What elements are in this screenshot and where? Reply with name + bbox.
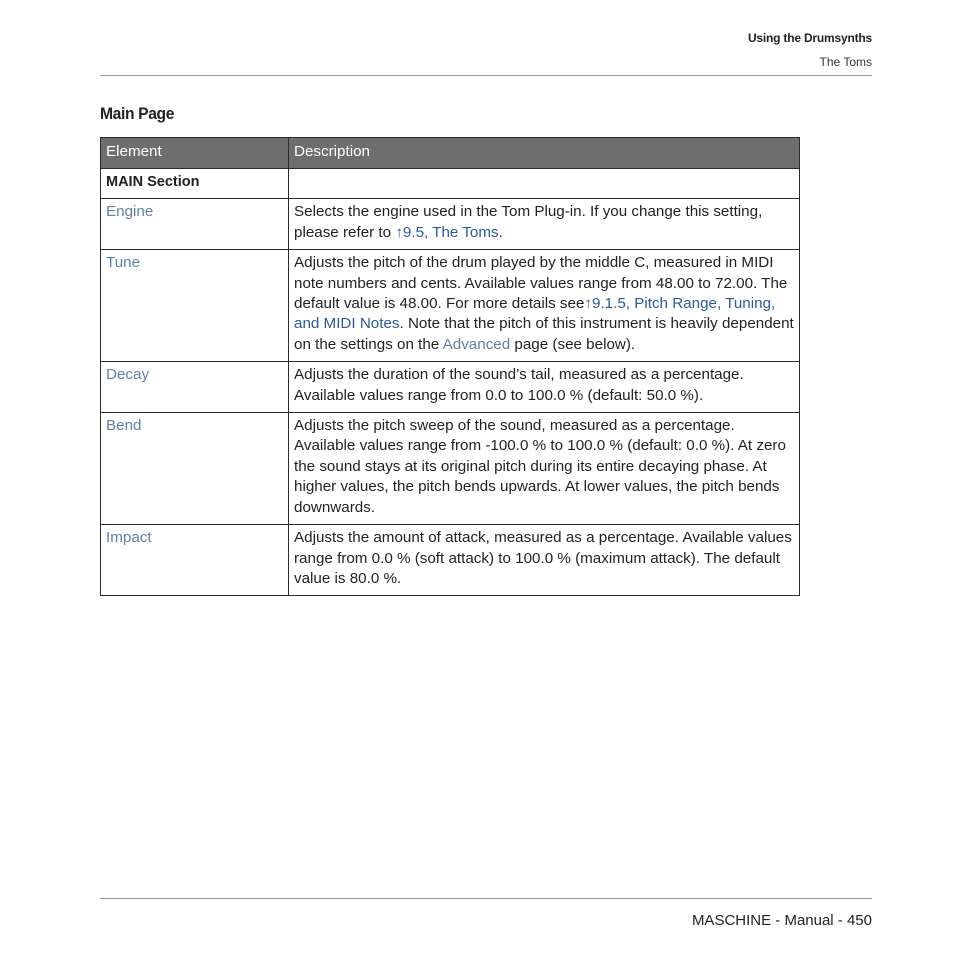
element-description: Adjusts the duration of the sound’s tail… bbox=[288, 361, 800, 414]
page-title: Main Page bbox=[100, 104, 175, 123]
footer-divider bbox=[100, 898, 872, 899]
table-row: Decay Adjusts the duration of the sound’… bbox=[100, 361, 800, 414]
table-row: Engine Selects the engine used in the To… bbox=[100, 198, 800, 251]
section-empty-cell bbox=[288, 167, 800, 200]
table-section-row: MAIN Section bbox=[100, 167, 800, 200]
section-label: MAIN Section bbox=[100, 167, 289, 200]
column-header-element: Element bbox=[100, 137, 289, 169]
element-name: Tune bbox=[100, 249, 289, 363]
table-header-row: Element Description bbox=[100, 137, 800, 169]
table-row: Bend Adjusts the pitch sweep of the soun… bbox=[100, 412, 800, 526]
description-text: . bbox=[498, 223, 503, 241]
running-header-chapter: Using the Drumsynths bbox=[747, 31, 872, 45]
element-description: Adjusts the amount of attack, measured a… bbox=[288, 524, 800, 597]
element-name: Impact bbox=[100, 524, 289, 597]
element-description: Selects the engine used in the Tom Plug-… bbox=[288, 198, 800, 251]
table-row: Tune Adjusts the pitch of the drum playe… bbox=[100, 249, 800, 363]
element-name: Bend bbox=[100, 412, 289, 526]
cross-reference-link[interactable]: ↑9.5, The Toms bbox=[395, 224, 498, 241]
description-text: page (see below). bbox=[510, 335, 636, 353]
description-text: Selects the engine used in the Tom Plug-… bbox=[294, 203, 763, 241]
page-footer: MASCHINE - Manual - 450 bbox=[691, 912, 872, 929]
advanced-page-reference: Advanced bbox=[442, 335, 511, 353]
table-row: Impact Adjusts the amount of attack, mea… bbox=[100, 524, 800, 597]
element-name: Decay bbox=[100, 361, 289, 414]
element-description: Adjusts the pitch sweep of the sound, me… bbox=[288, 412, 800, 526]
header-divider bbox=[100, 75, 872, 76]
running-header-section: The Toms bbox=[819, 55, 872, 69]
parameter-table: Element Description MAIN Section Engine … bbox=[100, 137, 800, 597]
column-header-description: Description bbox=[288, 137, 800, 169]
element-description: Adjusts the pitch of the drum played by … bbox=[288, 249, 800, 363]
element-name: Engine bbox=[100, 198, 289, 251]
